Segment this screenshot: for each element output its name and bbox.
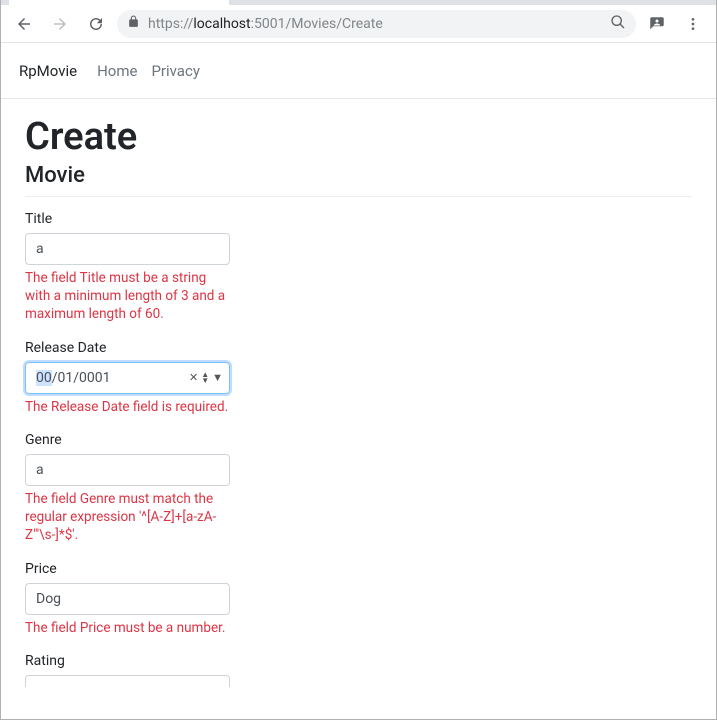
rating-input[interactable]: z: [25, 675, 230, 687]
release-date-error: The Release Date field is required.: [25, 398, 230, 416]
price-error: The field Price must be a number.: [25, 619, 230, 637]
genre-error: The field Genre must match the regular e…: [25, 490, 230, 545]
release-date-label: Release Date: [25, 340, 230, 356]
rating-label: Rating: [25, 653, 230, 669]
clear-date-icon[interactable]: ✕: [189, 371, 198, 384]
genre-label: Genre: [25, 432, 230, 448]
browser-tab[interactable]: Create - Movie ✕: [9, 0, 229, 5]
field-price: Price Dog The field Price must be a numb…: [25, 561, 230, 637]
price-label: Price: [25, 561, 230, 577]
address-bar[interactable]: https://localhost:5001/Movies/Create: [117, 10, 636, 38]
browser-toolbar: https://localhost:5001/Movies/Create: [1, 5, 716, 43]
forward-button[interactable]: [45, 9, 75, 39]
nav-privacy-link[interactable]: Privacy: [151, 62, 199, 80]
back-button[interactable]: [9, 9, 39, 39]
url-text: https://localhost:5001/Movies/Create: [148, 16, 602, 32]
menu-icon[interactable]: [678, 9, 708, 39]
page-title: Create: [25, 115, 692, 159]
nav-home-link[interactable]: Home: [97, 62, 137, 80]
account-icon[interactable]: [642, 9, 672, 39]
spinner-icon[interactable]: ▲▼: [201, 372, 209, 384]
title-input[interactable]: a: [25, 233, 230, 265]
genre-input[interactable]: a: [25, 454, 230, 486]
divider: [25, 196, 692, 197]
zoom-icon[interactable]: [610, 14, 626, 34]
site-navbar: RpMovie Home Privacy: [1, 43, 716, 99]
new-tab-button[interactable]: +: [235, 0, 263, 2]
page-content: Create Movie Title a The field Title mus…: [1, 99, 716, 687]
lock-icon: [127, 15, 140, 32]
field-genre: Genre a The field Genre must match the r…: [25, 432, 230, 545]
field-title: Title a The field Title must be a string…: [25, 211, 230, 324]
title-label: Title: [25, 211, 230, 227]
release-date-input[interactable]: 00/01/0001 ✕ ▲▼ ▼: [25, 362, 230, 394]
page-subtitle: Movie: [25, 163, 692, 188]
brand-link[interactable]: RpMovie: [19, 62, 77, 80]
reload-button[interactable]: [81, 9, 111, 39]
browser-tab-row: Create - Movie ✕ +: [1, 0, 716, 5]
title-error: The field Title must be a string with a …: [25, 269, 230, 324]
field-release-date: Release Date 00/01/0001 ✕ ▲▼ ▼ The Relea…: [25, 340, 230, 416]
field-rating: Rating z The field Rating must match the…: [25, 653, 230, 687]
price-input[interactable]: Dog: [25, 583, 230, 615]
page-viewport[interactable]: RpMovie Home Privacy Create Movie Title …: [1, 43, 716, 687]
dropdown-date-icon[interactable]: ▼: [212, 371, 223, 384]
